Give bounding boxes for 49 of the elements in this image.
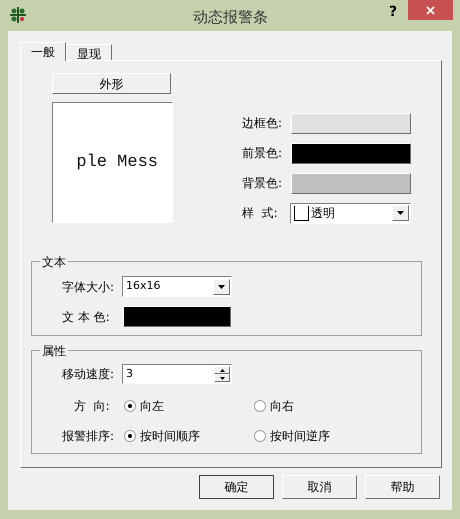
font-size-dropdown[interactable]: 16x16 (122, 276, 232, 297)
dropdown-value: 16x16 (126, 278, 162, 294)
dialog-button[interactable]: 取消 (282, 475, 357, 499)
color-swatch[interactable] (291, 112, 411, 134)
speed-spinner[interactable]: 3 (122, 364, 232, 384)
transparent-icon (294, 206, 309, 220)
caret-icon (397, 211, 404, 215)
color-label: 背景色: (242, 175, 284, 192)
close-button[interactable] (408, 0, 453, 20)
app-logo-icon (9, 6, 27, 24)
color-swatch[interactable] (291, 142, 411, 164)
dropdown-arrow-button[interactable] (213, 278, 230, 294)
up-arrow-icon (220, 368, 224, 372)
caret-icon (218, 284, 225, 288)
field-label: 报警排序: (62, 428, 116, 445)
tab[interactable]: 显现 (66, 44, 112, 60)
spin-down-button[interactable] (214, 374, 230, 382)
field-label: 文 本 色: (62, 308, 111, 326)
dialog-button[interactable]: 帮助 (365, 475, 440, 499)
field-label: 移动速度: (62, 366, 116, 383)
tab[interactable]: 一般 (20, 42, 66, 61)
dropdown-arrow-button[interactable] (392, 205, 409, 221)
field-label: 方 向: (73, 398, 111, 415)
color-label: 前景色: (242, 145, 284, 162)
color-label: 边框色: (242, 115, 284, 132)
spin-up-button[interactable] (214, 366, 230, 374)
preview-text: ple Mess (76, 152, 158, 174)
help-button[interactable]: ? (389, 2, 398, 23)
radio-button[interactable] (124, 400, 136, 412)
spinner-value: 3 (126, 366, 134, 382)
radio-label: 按时间顺序 (140, 428, 200, 445)
radio-button[interactable] (124, 430, 136, 442)
down-arrow-icon (220, 376, 224, 380)
color-swatch[interactable] (123, 306, 231, 327)
window-title: 动态报警条 (193, 7, 268, 28)
dialog-button[interactable]: 确定 (199, 475, 274, 499)
radio-button[interactable] (254, 430, 266, 442)
color-swatch[interactable] (291, 172, 411, 194)
radio-label: 向右 (270, 398, 294, 415)
field-label: 字体大小: (62, 278, 116, 296)
style-label: 样 式: (242, 205, 279, 222)
shape-button[interactable]: 外形 (52, 73, 171, 94)
radio-label: 按时间逆序 (270, 428, 330, 445)
close-icon (426, 6, 435, 14)
dropdown-value: 透明 (311, 205, 336, 222)
group-title: 属性 (40, 342, 68, 360)
radio-button[interactable] (254, 400, 266, 412)
style-dropdown[interactable]: 透明 (290, 202, 411, 224)
radio-label: 向左 (140, 398, 164, 415)
